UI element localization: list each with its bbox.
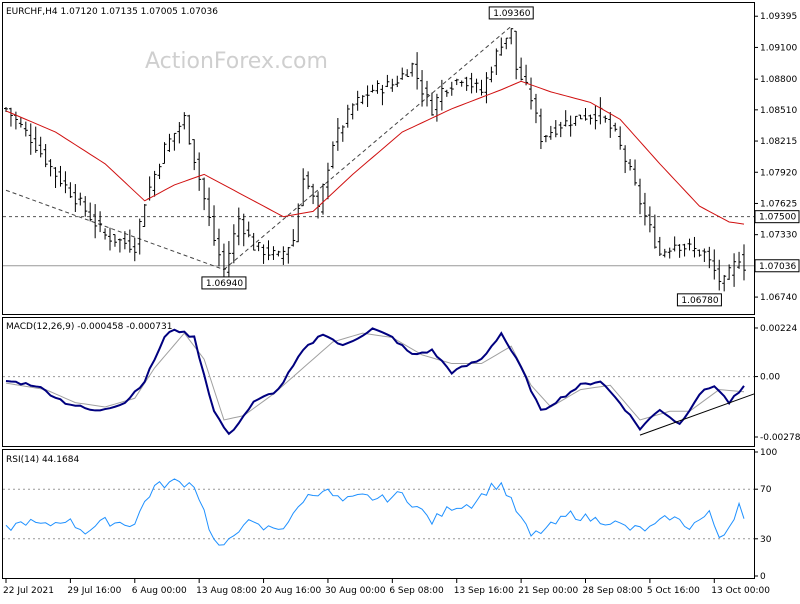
macd-axis-label: -0.002785 bbox=[760, 433, 800, 443]
price-axis-label: 1.07330 bbox=[760, 231, 797, 241]
price-axis-label: 1.07920 bbox=[760, 168, 797, 178]
price-axis-label: 1.08800 bbox=[760, 75, 797, 85]
rsi-axis-label: 30 bbox=[760, 535, 772, 545]
price-axis-label: 1.08510 bbox=[760, 106, 797, 116]
price-panel-frame bbox=[2, 2, 755, 315]
macd-axis-label: 0.00224 bbox=[760, 324, 797, 334]
time-axis-label: 28 Sep 08:00 bbox=[583, 586, 643, 596]
chart-canvas[interactable]: ActionForex.com EURCHF,H4 1.07120 1.0713… bbox=[0, 0, 800, 600]
time-axis-label: 21 Sep 00:00 bbox=[518, 586, 578, 596]
rsi-axis-label: 70 bbox=[760, 485, 772, 495]
time-axis-label: 20 Aug 16:00 bbox=[261, 586, 322, 596]
time-axis-label: 29 Jul 16:00 bbox=[67, 586, 121, 596]
rsi-title: RSI(14) 44.1684 bbox=[6, 455, 79, 465]
time-axis-label: 6 Sep 08:00 bbox=[389, 586, 444, 596]
price-axis-label: 1.08215 bbox=[760, 137, 797, 147]
price-axis-label: 1.07625 bbox=[760, 199, 797, 209]
level-annotation: 1.06780 bbox=[681, 296, 718, 306]
price-title: EURCHF,H4 1.07120 1.07135 1.07005 1.0703… bbox=[6, 7, 218, 17]
price-tag: 1.07500 bbox=[759, 213, 796, 223]
macd-title: MACD(12,26,9) -0.000458 -0.000731 bbox=[6, 322, 172, 332]
price-tag: 1.07036 bbox=[759, 262, 796, 272]
watermark: ActionForex.com bbox=[145, 49, 328, 74]
time-axis-label: 6 Aug 00:00 bbox=[132, 586, 187, 596]
chart-window: ActionForex.com EURCHF,H4 1.07120 1.0713… bbox=[0, 0, 800, 600]
rsi-panel-frame bbox=[2, 449, 755, 579]
time-axis-label: 13 Sep 16:00 bbox=[454, 586, 514, 596]
rsi-axis-label: 0 bbox=[760, 572, 766, 582]
level-annotation: 1.06940 bbox=[206, 279, 243, 289]
time-axis-label: 22 Jul 2021 bbox=[3, 586, 54, 596]
level-annotation: 1.09360 bbox=[493, 9, 530, 19]
time-axis-label: 13 Aug 08:00 bbox=[196, 586, 257, 596]
time-axis-label: 5 Oct 16:00 bbox=[647, 586, 700, 596]
price-axis-label: 1.09395 bbox=[760, 12, 797, 22]
price-axis-label: 1.09100 bbox=[760, 43, 797, 53]
price-axis-label: 1.06740 bbox=[760, 293, 797, 303]
time-axis-label: 30 Aug 00:00 bbox=[325, 586, 386, 596]
macd-axis-label: 0.00 bbox=[760, 373, 780, 383]
time-axis-label: 13 Oct 00:00 bbox=[711, 586, 770, 596]
rsi-axis-label: 100 bbox=[760, 448, 777, 458]
